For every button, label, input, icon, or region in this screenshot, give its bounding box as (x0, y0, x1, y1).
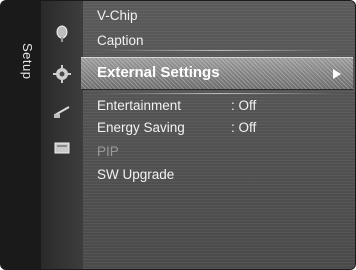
entertainment-value: : Off (231, 98, 257, 113)
energy-saving-label: Energy Saving (97, 120, 185, 135)
chevron-right-icon (333, 69, 341, 79)
divider-bottom (97, 93, 341, 94)
satellite-dish-icon[interactable] (51, 23, 73, 45)
menu-item-caption[interactable]: Caption (97, 33, 144, 48)
menu-item-pip: PIP (97, 144, 119, 159)
external-settings-label: External Settings (97, 64, 220, 81)
menu-item-sw-upgrade[interactable]: SW Upgrade (97, 167, 174, 182)
menu-item-entertainment[interactable]: Entertainment (97, 98, 181, 113)
energy-saving-value: : Off (231, 120, 257, 135)
entertainment-label: Entertainment (97, 98, 182, 113)
gear-icon[interactable] (51, 63, 73, 85)
input-plug-icon[interactable] (51, 101, 73, 123)
menu-item-external-settings[interactable]: External Settings (81, 57, 353, 90)
setup-menu-panel: V-Chip Caption External Settings Enterta… (81, 1, 355, 269)
app-icon[interactable] (51, 137, 73, 159)
category-icon-column (41, 1, 83, 269)
tv-menu-window: Setup V-Chip Caption External Settings E… (0, 0, 356, 270)
divider-top (97, 50, 341, 51)
setup-side-tab[interactable]: Setup (1, 1, 41, 269)
menu-item-energy-saving[interactable]: Energy Saving (97, 120, 185, 135)
menu-item-v-chip[interactable]: V-Chip (97, 8, 138, 23)
setup-label: Setup (20, 43, 35, 80)
